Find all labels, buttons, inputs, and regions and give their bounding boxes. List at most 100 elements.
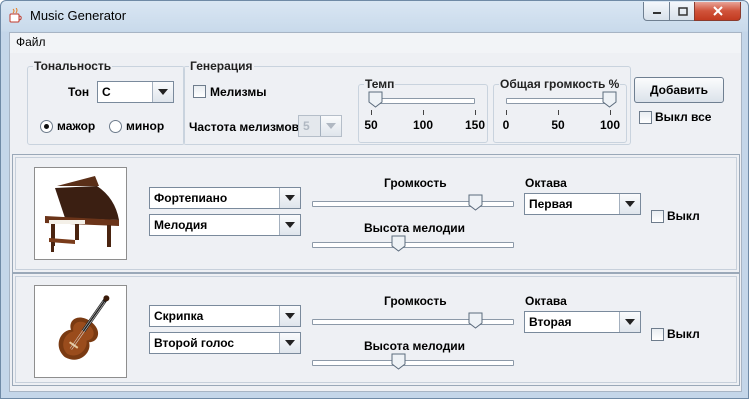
octave-combo[interactable]: Вторая [524, 311, 641, 333]
title-bar[interactable]: Music Generator [1, 1, 748, 31]
maximize-button[interactable] [669, 2, 696, 21]
minor-radio[interactable] [109, 120, 122, 133]
octave-combo-value: Первая [529, 197, 573, 211]
master-volume-slider-tick [506, 110, 507, 115]
tempo-slider-track[interactable] [371, 98, 475, 104]
master-volume-slider-tick-label: 100 [599, 118, 621, 132]
master-volume-slider[interactable]: 0 50 100 [503, 90, 620, 132]
mute-label: Выкл [667, 209, 700, 223]
pitch-slider[interactable] [312, 352, 514, 374]
instrument-volume-slider-track[interactable] [312, 319, 514, 325]
instrument-panel-piano: Фортепиано Мелодия Громкость Высота мелодии… [12, 154, 740, 273]
pitch-slider-track[interactable] [312, 360, 514, 366]
role-combo[interactable]: Мелодия [149, 214, 301, 236]
melismas-label: Мелизмы [210, 85, 267, 99]
tempo-slider-tick [371, 110, 372, 115]
master-volume-slider-tick [610, 110, 611, 115]
instrument-volume-slider-thumb[interactable] [468, 194, 483, 211]
melisma-frequency-value: 5 [303, 119, 310, 133]
tempo-slider-thumb[interactable] [368, 91, 383, 108]
pitch-label: Высота мелодии [364, 339, 466, 353]
maximize-icon [677, 6, 688, 16]
mute-all-checkbox[interactable] [639, 111, 652, 124]
master-volume-slider-tick-label: 0 [502, 118, 510, 132]
chevron-down-icon[interactable] [279, 215, 300, 235]
master-volume-slider-tick-label: 50 [551, 118, 565, 132]
major-radio[interactable] [40, 120, 53, 133]
violin-image [34, 285, 127, 378]
pitch-slider-track[interactable] [312, 242, 514, 248]
minor-label: минор [126, 119, 165, 133]
pitch-slider-thumb[interactable] [391, 353, 406, 370]
melisma-frequency-combo[interactable]: 5 [298, 115, 342, 137]
instrument-combo[interactable]: Фортепиано [149, 187, 301, 209]
mute-checkbox[interactable] [651, 210, 664, 223]
tempo-slider-tick [475, 110, 476, 115]
tempo-group: Темп 50 100 150 [358, 77, 488, 143]
chevron-down-icon[interactable] [619, 194, 640, 214]
mute-label: Выкл [667, 327, 700, 341]
role-combo[interactable]: Второй голос [149, 332, 301, 354]
mute-checkbox[interactable] [651, 328, 664, 341]
tempo-slider-tick-label: 50 [364, 118, 378, 132]
menu-file[interactable]: Файл [16, 35, 46, 49]
instrument-combo-value: Скрипка [154, 309, 204, 323]
tone-combo[interactable]: C [97, 81, 174, 103]
master-volume-slider-thumb[interactable] [602, 91, 617, 108]
instrument-volume-slider-track[interactable] [312, 201, 514, 207]
master-volume-label: Общая громкость % [499, 77, 621, 91]
tempo-slider-tick [423, 110, 424, 115]
instrument-panel-violin: Скрипка Второй голос Громкость Высота мелод… [12, 273, 740, 386]
role-combo-value: Мелодия [154, 218, 208, 232]
generation-group-label: Генерация [189, 59, 254, 73]
generation-group: Генерация Мелизмы Частота мелизмов 5 Тем… [183, 59, 631, 145]
volume-label: Громкость [384, 176, 447, 190]
chevron-down-icon[interactable] [152, 82, 173, 102]
major-label: мажор [57, 119, 96, 133]
master-volume-slider-tick [558, 110, 559, 115]
melisma-frequency-label: Частота мелизмов [189, 120, 300, 134]
tempo-slider-tick-label: 150 [464, 118, 486, 132]
pitch-label: Высота мелодии [364, 221, 466, 235]
java-coffee-icon [9, 8, 22, 23]
add-button[interactable]: Добавить [634, 77, 724, 103]
volume-group: Общая громкость % 0 50 100 [493, 77, 627, 143]
octave-combo-value: Вторая [529, 315, 572, 329]
chevron-down-icon[interactable] [279, 306, 300, 326]
tonality-group-label: Тональность [33, 59, 113, 73]
client-area: Файл Тональность Тон C мажор минор Генер… [9, 32, 742, 392]
close-button[interactable] [694, 2, 741, 21]
instrument-volume-slider[interactable] [312, 193, 514, 215]
instrument-combo[interactable]: Скрипка [149, 305, 301, 327]
tempo-slider[interactable]: 50 100 150 [364, 90, 485, 132]
minimize-icon [653, 12, 661, 14]
volume-label: Громкость [384, 294, 447, 308]
menu-bar: Файл [10, 33, 741, 53]
instrument-combo-value: Фортепиано [154, 191, 228, 205]
instrument-volume-slider[interactable] [312, 311, 514, 333]
octave-label: Октава [525, 176, 567, 190]
tonality-group: Тональность Тон C мажор минор [27, 59, 185, 145]
melismas-checkbox[interactable] [193, 85, 206, 98]
tempo-label: Темп [364, 77, 396, 91]
mute-all-label: Выкл все [655, 110, 712, 124]
chevron-down-icon[interactable] [320, 116, 341, 136]
close-icon [712, 6, 723, 16]
chevron-down-icon[interactable] [279, 188, 300, 208]
tone-label: Тон [68, 85, 90, 99]
grand-piano-image [34, 167, 127, 260]
master-volume-slider-track[interactable] [506, 98, 610, 104]
instrument-volume-slider-thumb[interactable] [468, 312, 483, 329]
octave-combo[interactable]: Первая [524, 193, 641, 215]
chevron-down-icon[interactable] [619, 312, 640, 332]
role-combo-value: Второй голос [154, 336, 235, 350]
tempo-slider-tick-label: 100 [412, 118, 434, 132]
tone-value: C [102, 85, 111, 99]
app-window: Music Generator Файл Тональность Тон C м… [0, 0, 749, 399]
chevron-down-icon[interactable] [279, 333, 300, 353]
minimize-button[interactable] [643, 2, 671, 21]
pitch-slider[interactable] [312, 234, 514, 256]
octave-label: Октава [525, 294, 567, 308]
pitch-slider-thumb[interactable] [391, 235, 406, 252]
window-title: Music Generator [30, 8, 127, 23]
